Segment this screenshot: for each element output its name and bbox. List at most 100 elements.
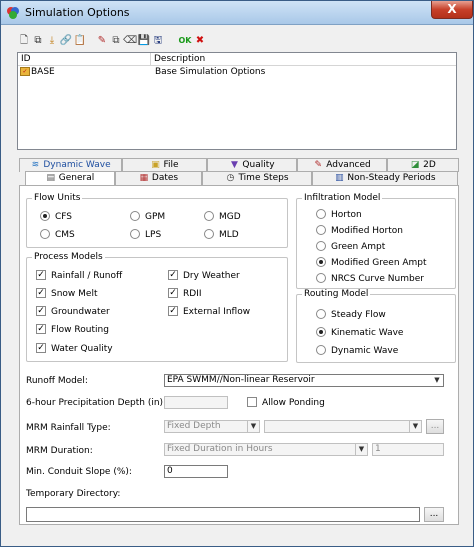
mrm-rainfall-type-value: Fixed Depth (167, 421, 221, 431)
mrm-rainfall-secondary-dropdown[interactable]: ▼ (264, 420, 422, 433)
options-list[interactable]: ID Description ✓ BASE Base Simulation Op… (17, 52, 457, 150)
column-header-id[interactable]: ID (18, 53, 151, 66)
rdii-checkbox[interactable]: ✓ RDII (168, 287, 202, 300)
water-quality-checkbox[interactable]: ✓ Water Quality (36, 342, 113, 355)
mrm-rainfall-type-label: MRM Rainfall Type: (26, 423, 111, 433)
flow-unit-mld-radio[interactable]: MLD (204, 228, 239, 241)
routing-steady-flow-radio[interactable]: Steady Flow (316, 308, 386, 321)
link-icon[interactable]: 🔗 (59, 34, 73, 48)
chevron-down-icon[interactable]: ▼ (409, 421, 421, 432)
infiltration-nrcs-curve-number-radio[interactable]: NRCS Curve Number (316, 272, 424, 285)
flow-unit-cfs-radio[interactable]: CFS (40, 210, 73, 223)
tab-quality[interactable]: ▼ Quality (207, 158, 297, 172)
infiltration-modified-horton-radio[interactable]: Modified Horton (316, 224, 403, 237)
checkbox-label: Snow Melt (51, 289, 98, 299)
precipitation-depth-input[interactable] (164, 396, 228, 409)
tab-label: Dates (151, 173, 179, 183)
temporary-directory-input[interactable] (26, 507, 420, 522)
checkbox-box (247, 396, 257, 407)
duplicate-icon[interactable]: ⧉ (109, 34, 123, 48)
tab-label: Non-Steady Periods (347, 173, 436, 183)
save-icon[interactable]: 💾 (137, 34, 151, 48)
radio-button (316, 344, 326, 355)
snow-melt-checkbox[interactable]: ✓ Snow Melt (36, 287, 98, 300)
allow-ponding-checkbox[interactable]: Allow Ponding (247, 396, 325, 409)
radio-button (316, 326, 326, 337)
external-inflow-checkbox[interactable]: ✓ External Inflow (168, 305, 251, 318)
flow-unit-cms-radio[interactable]: CMS (40, 228, 75, 241)
chevron-down-icon[interactable]: ▼ (247, 421, 259, 432)
radio-label: Dynamic Wave (331, 346, 399, 356)
tab-label: 2D (423, 160, 436, 170)
import-icon[interactable]: ⤓ (45, 34, 59, 48)
tab-2d[interactable]: ◪ 2D (387, 158, 459, 172)
tab-label: Advanced (326, 160, 371, 170)
paste-icon[interactable]: 📋 (73, 34, 87, 48)
checkbox-label: External Inflow (183, 307, 251, 317)
tab-time-steps[interactable]: ◷ Time Steps (202, 171, 312, 185)
radio-button (316, 208, 326, 219)
runoff-model-dropdown[interactable]: EPA SWMM//Non-linear Reservoir ▼ (164, 374, 444, 387)
infiltration-horton-radio[interactable]: Horton (316, 208, 362, 221)
tab-dates[interactable]: ▦ Dates (115, 171, 202, 185)
new-icon[interactable]: 🗋 (17, 34, 31, 48)
tab-label: Quality (242, 160, 275, 170)
radio-button (40, 228, 50, 239)
checkbox-label: Dry Weather (183, 271, 240, 281)
mrm-duration-label: MRM Duration: (26, 446, 93, 456)
copy-icon[interactable]: ⧉ (31, 34, 45, 48)
mrm-duration-dropdown[interactable]: Fixed Duration in Hours ▼ (164, 443, 368, 456)
tab-label: General (58, 173, 95, 183)
checkbox-label: Rainfall / Runoff (51, 271, 123, 281)
dry-weather-checkbox[interactable]: ✓ Dry Weather (168, 269, 240, 282)
radio-button (316, 256, 326, 267)
groundwater-checkbox[interactable]: ✓ Groundwater (36, 305, 110, 318)
tab-label: Time Steps (238, 173, 289, 183)
mrm-rainfall-browse-button[interactable]: ... (426, 419, 444, 434)
tab-dynamic-wave[interactable]: ≋ Dynamic Wave (19, 158, 122, 172)
group-title: Process Models (34, 252, 103, 262)
flow-unit-mgd-radio[interactable]: MGD (204, 210, 241, 223)
checkbox-box: ✓ (36, 287, 46, 298)
clock-icon: ◷ (226, 173, 235, 183)
min-conduit-slope-input[interactable]: 0 (164, 465, 228, 478)
tab-advanced[interactable]: ✎ Advanced (297, 158, 387, 172)
radio-button (316, 240, 326, 251)
window-title: Simulation Options (25, 6, 130, 19)
cancel-icon[interactable]: ✖ (193, 34, 207, 48)
radio-button (316, 224, 326, 235)
row-id: BASE (31, 67, 55, 77)
routing-dynamic-wave-radio[interactable]: Dynamic Wave (316, 344, 399, 357)
column-header-description[interactable]: Description (151, 53, 456, 66)
ok-icon[interactable]: OK (177, 34, 193, 48)
checkbox-box: ✓ (36, 323, 46, 334)
routing-kinematic-wave-radio[interactable]: Kinematic Wave (316, 326, 403, 339)
title-bar[interactable]: Simulation Options X (1, 1, 473, 25)
radio-label: Modified Horton (331, 226, 403, 236)
infiltration-green-ampt-radio[interactable]: Green Ampt (316, 240, 385, 253)
chevron-down-icon[interactable]: ▼ (355, 444, 367, 455)
checkbox-label: RDII (183, 289, 202, 299)
tab-file[interactable]: ▣ File (122, 158, 207, 172)
chevron-down-icon[interactable]: ▼ (431, 375, 443, 386)
rainfall-runoff-checkbox[interactable]: ✓ Rainfall / Runoff (36, 269, 123, 282)
edit-icon[interactable]: ✎ (95, 34, 109, 48)
close-button[interactable]: X (431, 1, 473, 19)
temporary-directory-browse-button[interactable]: ... (424, 507, 444, 522)
mrm-duration-number-input[interactable]: 1 (372, 443, 444, 456)
flow-unit-gpm-radio[interactable]: GPM (130, 210, 165, 223)
list-item[interactable]: ✓ BASE Base Simulation Options (18, 66, 456, 78)
infiltration-modified-green-ampt-radio[interactable]: Modified Green Ampt (316, 256, 427, 269)
min-conduit-slope-label: Min. Conduit Slope (%): (26, 467, 132, 477)
tab-non-steady-periods[interactable]: ▥ Non-Steady Periods (312, 171, 458, 185)
checkbox-box: ✓ (36, 269, 46, 280)
erase-icon[interactable]: ⌫ (123, 34, 137, 48)
radio-label: CFS (55, 212, 73, 222)
tab-label: File (163, 160, 179, 170)
mrm-rainfall-type-dropdown[interactable]: Fixed Depth ▼ (164, 420, 260, 433)
tab-general[interactable]: ▤ General (25, 171, 115, 186)
save-as-icon[interactable]: 🖫 (151, 34, 165, 48)
flow-unit-lps-radio[interactable]: LPS (130, 228, 161, 241)
general-tab-panel: Flow Units CFS GPM MGD CMS LPS MLD Process Mo… (19, 185, 459, 525)
flow-routing-checkbox[interactable]: ✓ Flow Routing (36, 323, 109, 336)
